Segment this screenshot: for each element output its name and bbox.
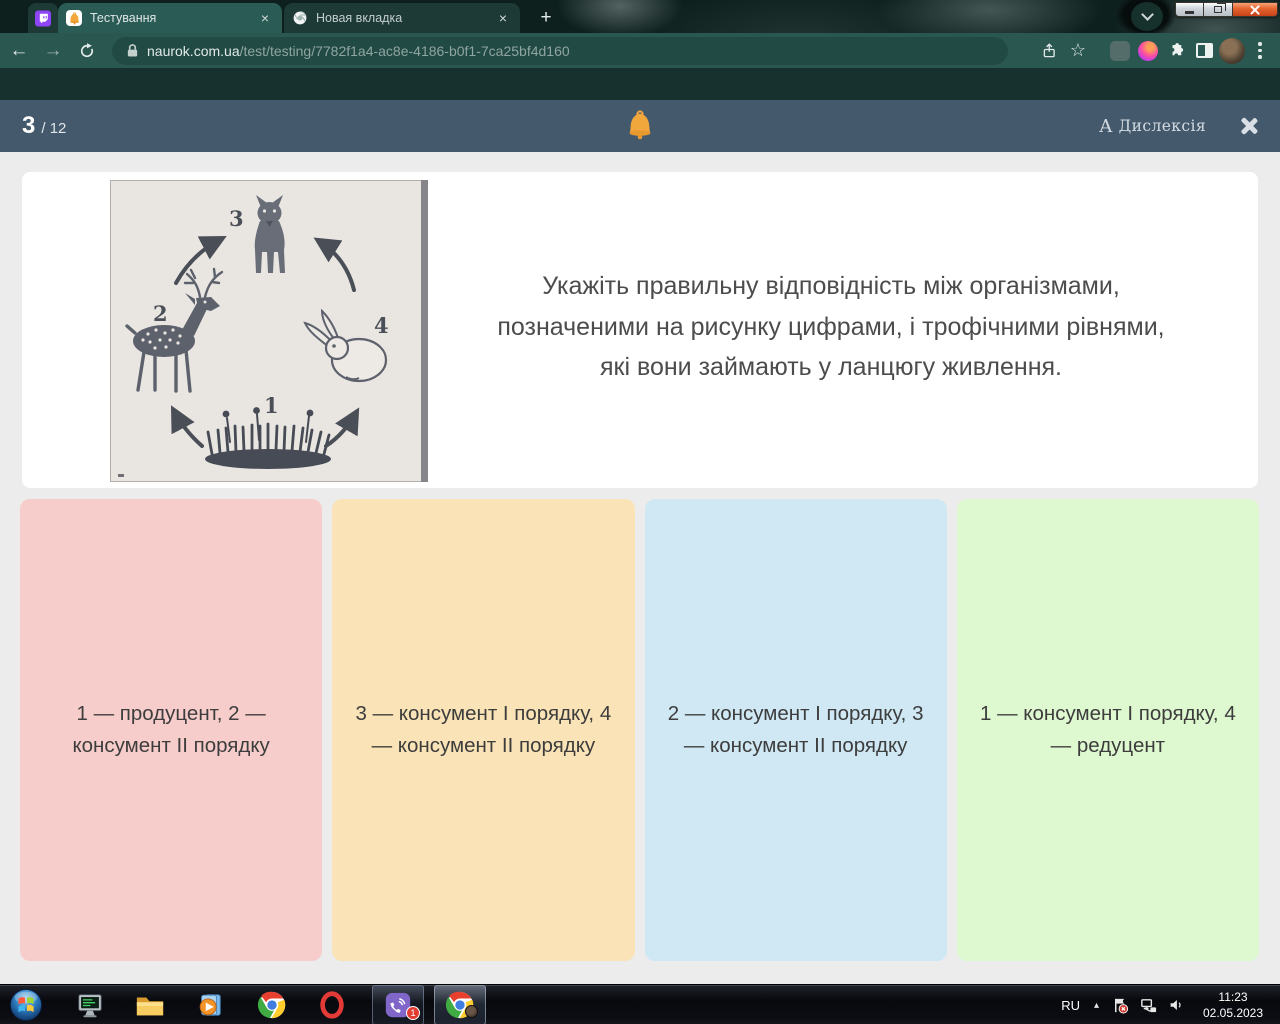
forward-button[interactable]: → bbox=[38, 36, 68, 66]
tab-testing[interactable]: Тестування × bbox=[58, 3, 282, 33]
action-center-flag-button[interactable] bbox=[1111, 996, 1130, 1015]
answer-text: 1 — продуцент, 2 — консумент ІІ порядку bbox=[72, 701, 270, 757]
tab-search-chevron-icon[interactable] bbox=[1131, 2, 1163, 31]
extension-pink-icon bbox=[1138, 40, 1158, 61]
window-controls bbox=[1175, 2, 1278, 17]
answer-options: 1 — продуцент, 2 — консумент ІІ порядку … bbox=[20, 499, 1259, 961]
minimize-icon bbox=[1185, 10, 1194, 14]
side-panel-icon bbox=[1195, 43, 1213, 58]
question-text: Укажіть правильну відповідність між орга… bbox=[497, 271, 1165, 382]
answer-text: 1 — консумент І порядку, 4 — редуцент bbox=[980, 701, 1236, 757]
chrome-icon bbox=[292, 10, 308, 26]
tab-close-icon[interactable]: × bbox=[494, 9, 512, 27]
pinned-tab-twitch[interactable] bbox=[28, 3, 58, 33]
page-top-band bbox=[0, 68, 1280, 100]
speaker-icon bbox=[1170, 1000, 1181, 1010]
taskbar-explorer-button[interactable] bbox=[124, 985, 176, 1024]
tray-time: 11:23 bbox=[1218, 989, 1248, 1004]
tab-title: Тестування bbox=[90, 11, 157, 25]
extension-dimmed-button[interactable] bbox=[1106, 37, 1134, 65]
folder-icon bbox=[136, 997, 164, 1016]
profile-avatar[interactable] bbox=[1218, 37, 1246, 65]
quiz-content: 1 2 3 4 Укажіть правильну відповідність … bbox=[0, 152, 1280, 984]
question-progress: 3 / 12 bbox=[22, 112, 67, 139]
windows-taskbar: 1 RU ▴ 11:23 02.05.2023 bbox=[0, 984, 1280, 1024]
close-window-button[interactable] bbox=[1233, 2, 1278, 17]
answer-option-3[interactable]: 2 — консумент І порядку, 3 — консумент І… bbox=[644, 499, 947, 961]
restore-icon bbox=[1214, 3, 1226, 13]
new-tab-button[interactable]: + bbox=[532, 5, 560, 31]
answer-text: 2 — консумент І порядку, 3 — консумент І… bbox=[667, 701, 924, 757]
system-monitor-icon bbox=[78, 994, 102, 1018]
question-image: 1 2 3 4 bbox=[110, 180, 428, 482]
reload-button[interactable] bbox=[72, 36, 102, 66]
url-text: naurok.com.ua/test/testing/7782f1a4-ac8e… bbox=[147, 42, 570, 59]
answer-option-2[interactable]: 3 — консумент І порядку, 4 — консумент І… bbox=[332, 499, 635, 961]
taskbar-chrome-active-button[interactable] bbox=[434, 985, 486, 1024]
answer-option-4[interactable]: 1 — консумент І порядку, 4 — редуцент bbox=[956, 499, 1259, 961]
taskbar-viber-button[interactable]: 1 bbox=[372, 985, 424, 1024]
svg-text:3: 3 bbox=[229, 206, 244, 231]
quiz-close-button[interactable] bbox=[1238, 115, 1260, 137]
food-chain-diagram: 1 2 3 4 bbox=[110, 180, 428, 482]
volume-button[interactable] bbox=[1167, 996, 1185, 1014]
viber-notification-badge: 1 bbox=[406, 1006, 420, 1020]
share-button[interactable] bbox=[1036, 37, 1064, 65]
extension-dimmed-icon bbox=[1110, 40, 1130, 61]
browser-tab-strip: Тестування × Новая вкладка × + bbox=[0, 0, 1280, 33]
system-tray: RU ▴ 11:23 02.05.2023 bbox=[1061, 985, 1280, 1024]
close-icon bbox=[1249, 4, 1261, 16]
question-text-area: Укажіть правильну відповідність між орга… bbox=[428, 172, 1258, 488]
share-icon bbox=[1043, 42, 1055, 57]
restore-button[interactable] bbox=[1204, 2, 1233, 17]
show-hidden-icons-button[interactable]: ▴ bbox=[1094, 1000, 1099, 1011]
network-icon bbox=[1141, 998, 1157, 1012]
taskbar-system-monitor-button[interactable] bbox=[64, 985, 116, 1024]
svg-text:4: 4 bbox=[374, 313, 389, 338]
media-player-icon bbox=[199, 994, 221, 1016]
windows-start-icon bbox=[9, 988, 43, 1022]
quiz-header: 3 / 12 А Дислексія bbox=[0, 100, 1280, 152]
tab-title: Новая вкладка bbox=[316, 11, 403, 25]
network-button[interactable] bbox=[1139, 996, 1158, 1015]
back-button[interactable]: ← bbox=[4, 36, 34, 66]
twitch-icon bbox=[35, 10, 51, 26]
desktop-screen: Тестування × Новая вкладка × + ← → nauro… bbox=[0, 0, 1280, 1024]
opera-icon bbox=[320, 991, 344, 1019]
language-indicator[interactable]: RU bbox=[1061, 998, 1080, 1013]
puzzle-icon bbox=[1172, 43, 1183, 56]
start-button[interactable] bbox=[4, 985, 48, 1024]
minimize-button[interactable] bbox=[1175, 2, 1204, 17]
bookmark-star-button[interactable]: ☆ bbox=[1064, 37, 1092, 65]
browser-menu-button[interactable] bbox=[1246, 37, 1274, 65]
clock[interactable]: 11:23 02.05.2023 bbox=[1194, 989, 1272, 1021]
taskbar-opera-button[interactable] bbox=[306, 985, 358, 1024]
reload-icon bbox=[80, 42, 94, 57]
svg-text:1: 1 bbox=[264, 393, 279, 418]
bell-icon bbox=[627, 110, 653, 140]
extension-pink-button[interactable] bbox=[1134, 37, 1162, 65]
address-bar[interactable]: naurok.com.ua/test/testing/7782f1a4-ac8e… bbox=[112, 36, 1008, 65]
sound-bell-button[interactable] bbox=[627, 110, 653, 145]
tray-date: 02.05.2023 bbox=[1202, 1006, 1264, 1020]
answer-text: 3 — консумент І порядку, 4 — консумент І… bbox=[355, 701, 612, 757]
taskbar-chrome-button[interactable] bbox=[246, 985, 298, 1024]
tab-new-tab[interactable]: Новая вкладка × bbox=[284, 3, 520, 33]
browser-toolbar: ← → naurok.com.ua/test/testing/7782f1a4-… bbox=[0, 33, 1280, 68]
answer-option-1[interactable]: 1 — продуцент, 2 — консумент ІІ порядку bbox=[20, 499, 323, 961]
naurok-bell-icon bbox=[66, 10, 82, 26]
extensions-button[interactable] bbox=[1162, 37, 1190, 65]
taskbar-media-player-button[interactable] bbox=[184, 985, 236, 1024]
avatar bbox=[1219, 37, 1245, 64]
dyslexia-toggle[interactable]: А Дислексія bbox=[1099, 100, 1206, 152]
lock-icon bbox=[127, 44, 138, 57]
side-panel-button[interactable] bbox=[1190, 37, 1218, 65]
svg-text:2: 2 bbox=[153, 301, 168, 326]
profile-overlay-avatar bbox=[465, 1005, 478, 1018]
chrome-icon bbox=[257, 990, 287, 1020]
flag-alert-icon bbox=[1114, 998, 1129, 1014]
three-dots-icon bbox=[1258, 42, 1262, 59]
tab-close-icon[interactable]: × bbox=[256, 9, 274, 27]
question-card: 1 2 3 4 Укажіть правильну відповідність … bbox=[22, 172, 1258, 488]
